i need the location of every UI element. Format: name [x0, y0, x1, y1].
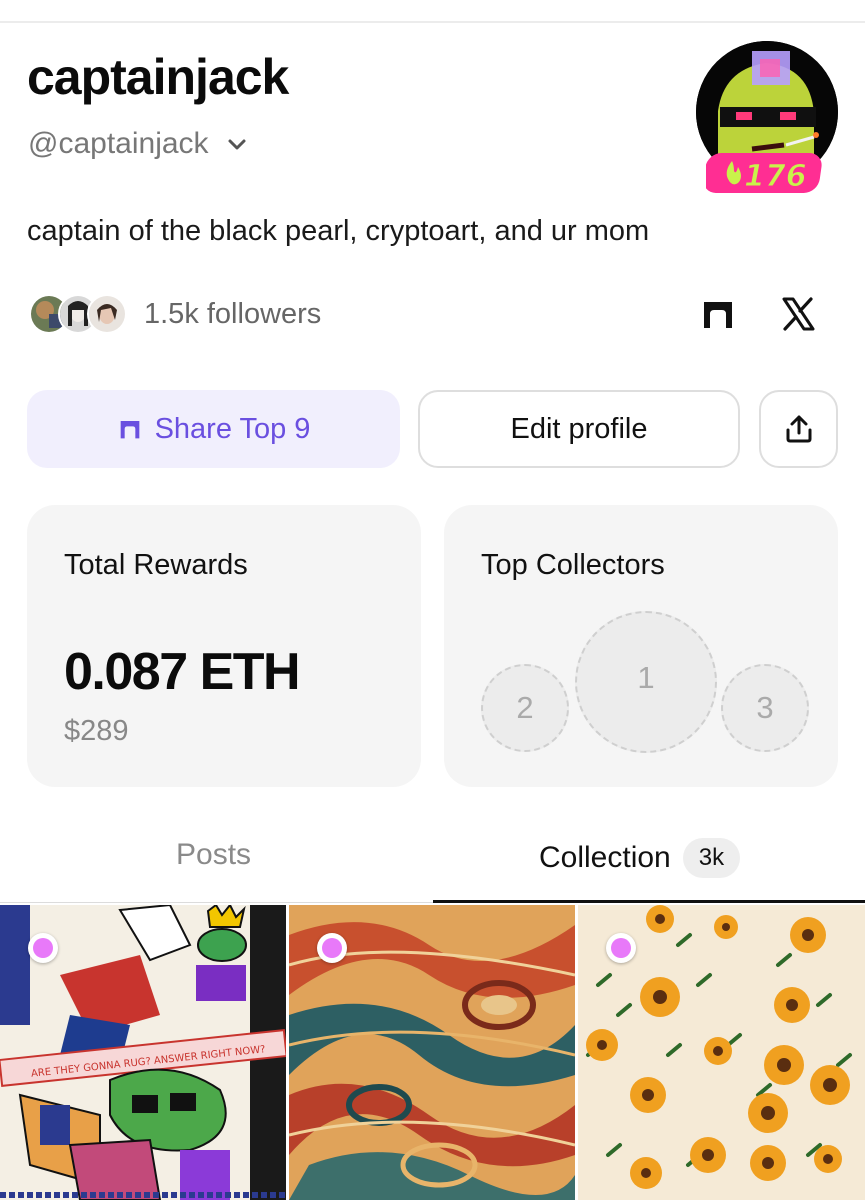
- chevron-down-icon: [228, 139, 246, 150]
- collection-tile[interactable]: [289, 905, 575, 1200]
- total-rewards-eth: 0.087 ETH: [64, 643, 301, 701]
- profile-avatar[interactable]: 176: [696, 41, 838, 195]
- share-profile-button[interactable]: [759, 390, 838, 468]
- creator-dot: [28, 933, 58, 963]
- collection-count-badge: 3k: [682, 838, 741, 878]
- active-tab-indicator: [433, 900, 865, 903]
- total-rewards-title: Total Rewards: [64, 549, 248, 581]
- edit-profile-label: Edit profile: [510, 412, 648, 445]
- x-logo-icon[interactable]: [780, 296, 816, 332]
- collection-tile[interactable]: ARE THEY GONNA RUG? ANSWER RIGHT NOW?: [0, 905, 286, 1200]
- share-upload-icon: [786, 415, 811, 443]
- profile-handle: @captainjack: [28, 127, 209, 160]
- creator-dot: [317, 933, 347, 963]
- tab-posts[interactable]: Posts: [176, 838, 251, 872]
- total-rewards-card[interactable]: Total Rewards 0.087 ETH $289: [27, 505, 421, 787]
- edit-profile-button[interactable]: Edit profile: [418, 390, 740, 468]
- profile-bio: captain of the black pearl, cryptoart, a…: [27, 215, 650, 247]
- profile-display-name: captainjack: [27, 49, 289, 105]
- total-rewards-usd: $289: [64, 715, 129, 747]
- collector-slot-3[interactable]: 3: [721, 664, 809, 752]
- arch-icon: [120, 421, 139, 439]
- tab-collection-label: Collection: [539, 841, 671, 874]
- followers-count: 1.5k followers: [144, 297, 322, 330]
- arch-icon[interactable]: [700, 296, 736, 332]
- collector-badge: 176: [706, 153, 822, 195]
- collector-slot-1[interactable]: 1: [575, 611, 717, 753]
- follower-avatar: [87, 294, 127, 334]
- share-top9-button[interactable]: Share Top 9: [27, 390, 400, 468]
- account-switcher[interactable]: @captainjack: [28, 127, 249, 161]
- collector-badge-count: 176: [744, 159, 807, 194]
- tab-collection[interactable]: Collection 3k: [539, 838, 741, 878]
- creator-dot: [606, 933, 636, 963]
- top-collectors-title: Top Collectors: [481, 549, 665, 581]
- collector-slot-2[interactable]: 2: [481, 664, 569, 752]
- followers-link[interactable]: 1.5k followers: [29, 294, 321, 334]
- share-top9-label: Share Top 9: [154, 412, 311, 445]
- header-divider: [0, 21, 865, 23]
- top-collectors-card[interactable]: Top Collectors 2 1 3: [444, 505, 838, 787]
- collection-tile[interactable]: [578, 905, 865, 1200]
